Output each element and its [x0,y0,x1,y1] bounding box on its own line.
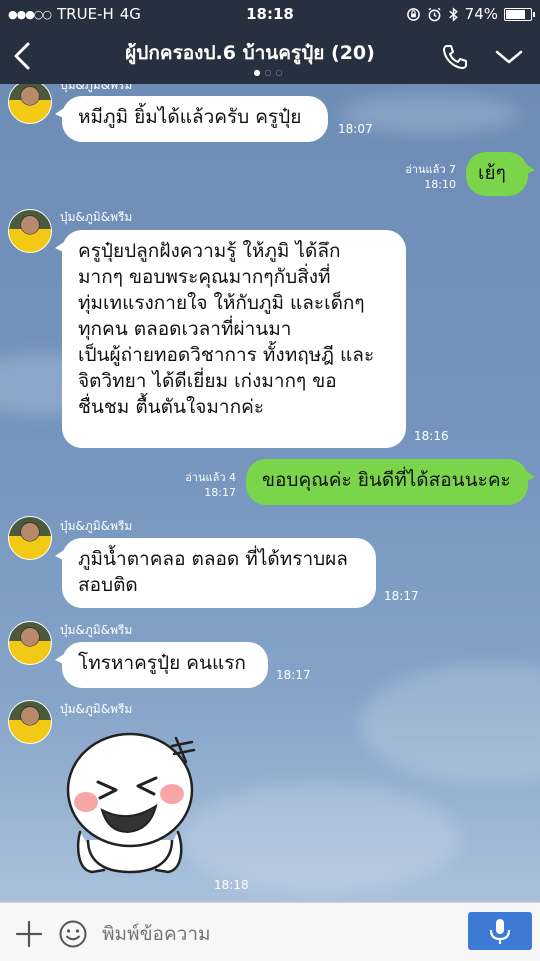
incoming-message-bubble[interactable]: โทรหาครูปุ๋ย คนแรก [55,642,268,688]
message-time: 18:16 [414,429,449,443]
read-receipt: อ่านแล้ว 4 18:17 [176,470,236,500]
read-count: อ่านแล้ว 4 [185,471,236,484]
sender-name: บุ๋ม&ภูมิ&พรีม [60,623,133,637]
page-dot: ○ [275,68,287,77]
message-time: 18:17 [384,589,419,603]
outgoing-message-bubble[interactable]: ขอบคุณค่ะ ยินดีที่ได้สอนนะคะ [246,459,535,505]
battery-percentage: 74% [464,5,498,23]
page-dot: ○ [264,68,276,77]
page-dot-active: ● [253,68,265,77]
sender-name: บุ๋ม&ภูมิ&พรีม [60,210,133,224]
chevron-down-icon [495,50,523,64]
message-input[interactable] [100,917,454,951]
chat-message-area[interactable]: บุ๋ม&ภูมิ&พรีม หมีภูมิ ยิ้มได้แล้วครับ ค… [0,84,540,902]
message-line: จิตวิทยา ได้ดีเยี่ยม เก่งมากๆ ขอ [78,370,337,392]
call-button[interactable] [438,40,472,74]
emoji-button[interactable] [58,919,88,949]
read-count: อ่านแล้ว 7 [405,163,456,176]
menu-dropdown-button[interactable] [492,42,526,72]
message-time: 18:18 [214,878,249,892]
microphone-icon [489,919,511,944]
incoming-message-bubble[interactable]: ครูปุ๋ยปลูกฝังความรู้ ให้ภูมิ ได้ลึก มาก… [55,230,406,448]
voice-message-button[interactable] [468,912,532,950]
rotation-lock-icon [406,7,420,21]
sender-avatar[interactable] [8,516,52,560]
sender-avatar[interactable] [8,209,52,253]
sender-name: บุ๋ม&ภูมิ&พรีม [60,84,133,92]
message-line: ทุ่มเทแรงกายใจ ให้กับภูมิ และเด็กๆ [78,292,365,314]
message-time: 18:17 [276,668,311,682]
message-line: ทุกคน ตลอดเวลาที่ผ่านมา [78,318,292,340]
message-line: ครูปุ๋ยปลูกฝังความรู้ ให้ภูมิ ได้ลึก [78,240,341,262]
message-input-bar [0,902,540,961]
message-line: สอบติด [78,574,138,596]
sender-avatar[interactable] [8,84,52,124]
battery-icon [504,7,535,21]
incoming-message-bubble[interactable]: หมีภูมิ ยิ้มได้แล้วครับ ครูปุ๋ย [55,96,328,142]
incoming-message-bubble[interactable]: ภูมิน้ำตาคลอ ตลอด ที่ได้ทราบผล สอบติด [55,538,376,608]
alarm-icon [428,7,441,21]
read-receipt: อ่านแล้ว 7 18:10 [400,162,456,192]
message-line: ภูมิน้ำตาคลอ ตลอด ที่ได้ทราบผล [78,548,348,570]
message-line: ชื่นชม ตื้นตันใจมากค่ะ [78,396,265,418]
sender-name: บุ๋ม&ภูมิ&พรีม [60,702,133,716]
chat-header: ผู้ปกครองป.6 บ้านครูปุ๋ย (20) ●○○ [0,28,540,84]
status-bar: ●●●○○ TRUE-H 4G 18:18 74% [0,0,540,28]
laughing-face-sticker[interactable] [58,720,208,880]
chat-title[interactable]: ผู้ปกครองป.6 บ้านครูปุ๋ย (20) [60,38,440,68]
message-time: 18:10 [424,178,456,191]
message-line: มากๆ ขอบพระคุณมากๆกับสิ่งที่ [78,266,331,288]
outgoing-message-bubble[interactable]: เย้ๆ [466,152,535,196]
plus-icon [15,920,43,948]
smiley-icon [59,920,87,948]
message-time: 18:17 [204,486,236,499]
phone-icon [443,45,467,69]
sender-avatar[interactable] [8,621,52,665]
message-line: เป็นผู้ถ่ายทอดวิชาการ ทั้งทฤษฎี และ [78,344,375,366]
bluetooth-icon [448,6,458,22]
attach-button[interactable] [14,919,44,949]
sender-avatar[interactable] [8,700,52,744]
background-cloud [360,664,540,784]
sender-name: บุ๋ม&ภูมิ&พรีม [60,519,133,533]
message-time: 18:07 [338,122,373,136]
